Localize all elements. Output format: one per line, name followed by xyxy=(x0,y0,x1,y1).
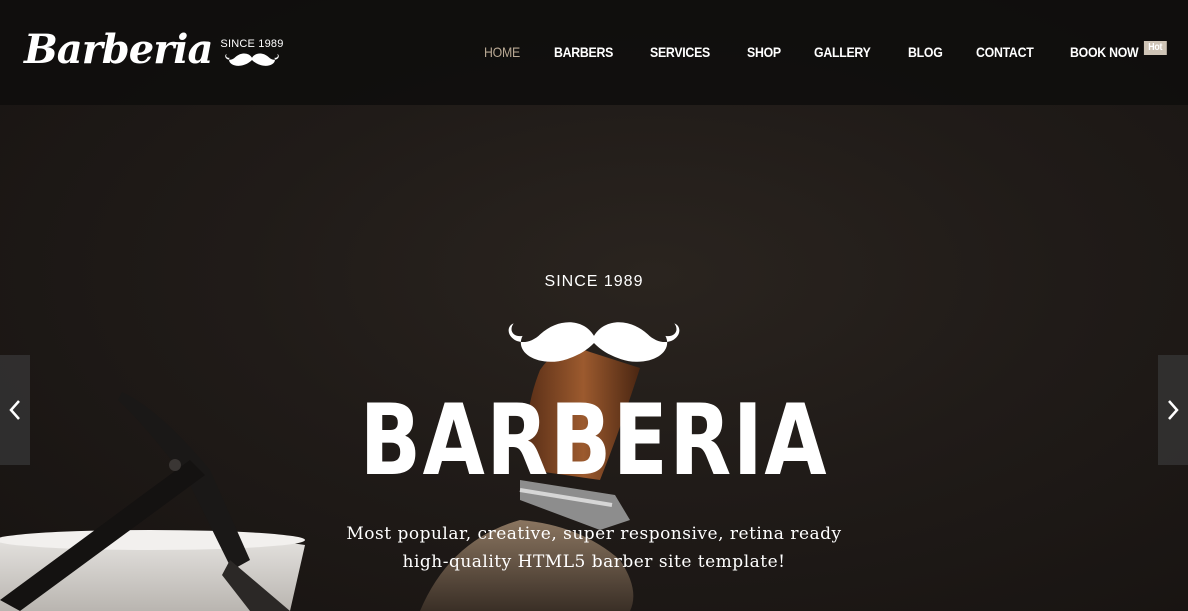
slider-prev-button[interactable] xyxy=(0,355,30,465)
nav-item-book-now-label: BOOK NOW xyxy=(1070,44,1139,60)
nav-item-book-now[interactable]: BOOK NOW Hot xyxy=(1070,41,1167,60)
hero-subtitle-line-2: high-quality HTML5 barber site template! xyxy=(402,552,786,572)
mustache-icon xyxy=(508,322,680,362)
hero-title: BARBERIA xyxy=(359,384,829,498)
nav-item-contact[interactable]: CONTACT xyxy=(976,44,1034,60)
chevron-right-icon xyxy=(1168,400,1179,420)
nav-item-shop[interactable]: SHOP xyxy=(747,44,781,60)
site-logo[interactable]: Barberia SINCE 1989 xyxy=(24,26,284,74)
logo-since-text: SINCE 1989 xyxy=(220,38,284,50)
site-header: Barberia SINCE 1989 HOME BARBERS SERVICE… xyxy=(0,0,1188,105)
mustache-icon xyxy=(225,53,279,66)
nav-item-home[interactable]: HOME xyxy=(484,44,520,60)
logo-badge: SINCE 1989 xyxy=(220,38,283,68)
logo-wordmark: Barberia xyxy=(24,26,213,73)
nav-item-blog[interactable]: BLOG xyxy=(908,44,943,60)
nav-item-gallery[interactable]: GALLERY xyxy=(814,44,871,60)
nav-item-services[interactable]: SERVICES xyxy=(650,44,710,60)
chevron-left-icon xyxy=(9,400,20,420)
hero-slider: Barberia SINCE 1989 HOME BARBERS SERVICE… xyxy=(0,0,1188,611)
hero-subtitle: Most popular, creative, super responsive… xyxy=(0,520,1188,576)
main-nav: HOME BARBERS SERVICES SHOP GALLERY BLOG … xyxy=(455,41,1167,60)
hero-subtitle-line-1: Most popular, creative, super responsive… xyxy=(346,524,842,544)
hot-badge: Hot xyxy=(1144,41,1167,55)
hero-since-text: SINCE 1989 xyxy=(544,273,644,290)
slider-next-button[interactable] xyxy=(1158,355,1188,465)
nav-item-barbers[interactable]: BARBERS xyxy=(554,44,613,60)
